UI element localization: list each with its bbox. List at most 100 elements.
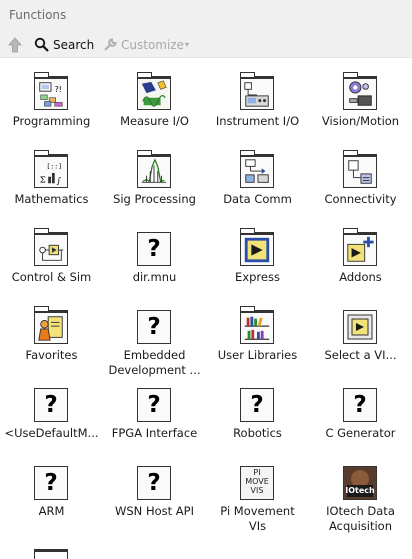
palette-grid: ?! Programming Measure I/O Instrument I/O Vi… (0, 58, 412, 556)
control-sim-icon (34, 228, 68, 266)
palette-item-label-line1: ARM (38, 504, 65, 518)
select-vi-icon (343, 310, 377, 344)
palette-item-control-sim[interactable]: Control & Sim (0, 214, 103, 292)
palette-item-label-line1: Data Comm (223, 192, 292, 206)
palette-item-label-line1: Sig Processing (113, 192, 196, 206)
customize-label: Customize (121, 37, 184, 52)
partial-palette-icon[interactable] (34, 549, 68, 559)
measure-io-icon (137, 72, 171, 110)
palette-item-label: FPGA Interface (103, 426, 206, 441)
palette-item-label: Data Comm (206, 192, 309, 207)
palette-item-label-line1: Connectivity (324, 192, 397, 206)
question-icon: ? (137, 310, 171, 344)
palette-item-label-line1: IOtech Data (326, 504, 395, 518)
question-icon: ? (34, 388, 68, 422)
palette-item-label-line1: <UseDefaultM... (4, 426, 99, 440)
palette-item-label: Measure I/O (103, 114, 206, 129)
search-button[interactable]: Search (34, 34, 94, 55)
palette-item-programming[interactable]: ?! Programming (0, 58, 103, 136)
palette-item-connectivity[interactable]: Connectivity (309, 136, 412, 214)
vision-motion-icon (343, 72, 377, 110)
data-comm-icon (240, 150, 274, 188)
palette-item-pi-movement-vis[interactable]: PI MOVE VIS Pi Movement VIs (206, 448, 309, 533)
palette-item-addons[interactable]: Addons (309, 214, 412, 292)
up-button[interactable] (6, 34, 24, 55)
palette-item-label: Pi Movement VIs (206, 504, 309, 534)
palette-item-robotics[interactable]: ? Robotics (206, 370, 309, 448)
question-icon: ? (137, 466, 171, 500)
question-icon: ? (240, 388, 274, 422)
svg-text:[::]: [::] (46, 162, 62, 170)
window-title: Functions (9, 8, 67, 22)
palette-item-select-a-vi[interactable]: Select a VI... (309, 292, 412, 370)
palette-item-wsn-host-api[interactable]: ? WSN Host API (103, 448, 206, 526)
palette-item-label: Instrument I/O (206, 114, 309, 129)
palette-item-fpga-interface[interactable]: ? FPGA Interface (103, 370, 206, 448)
palette-item-label: Control & Sim (0, 270, 103, 285)
palette-item-data-comm[interactable]: Data Comm (206, 136, 309, 214)
palette-item-label-line1: C Generator (325, 426, 396, 440)
palette-item-label-line1: Express (235, 270, 280, 284)
palette-item-user-libraries[interactable]: User Libraries (206, 292, 309, 370)
palette-item-label: <UseDefaultM... (0, 426, 103, 441)
palette-item-label: dir.mnu (103, 270, 206, 285)
pi-icon-text-0: PI (253, 468, 261, 477)
palette-item-label-line1: Programming (12, 114, 91, 128)
palette-item-mathematics[interactable]: [::] Σ ∫Mathematics (0, 136, 103, 214)
palette-item-label: Vision/Motion (309, 114, 412, 129)
express-icon (240, 228, 274, 266)
palette-item-favorites[interactable]: Favorites (0, 292, 103, 370)
palette-item-embedded-development[interactable]: ? Embedded Development ... (103, 292, 206, 377)
palette-item-label-line1: Vision/Motion (321, 114, 400, 128)
mathematics-icon: [::] Σ ∫ (34, 150, 68, 188)
palette-item-sig-processing[interactable]: Sig Processing (103, 136, 206, 214)
pi-icon-text-2: VIS (250, 486, 264, 495)
up-arrow-icon (8, 36, 22, 52)
palette-item-label: Programming (0, 114, 103, 129)
palette-item-label-line1: Favorites (25, 348, 78, 362)
palette-item-express[interactable]: Express (206, 214, 309, 292)
palette-item-label-line1: Measure I/O (120, 114, 189, 128)
palette-item-label-line2: VIs (248, 519, 267, 533)
connectivity-icon (343, 150, 377, 188)
pi-icon-text-1: MOVE (245, 477, 269, 486)
palette-item-dir-mnu[interactable]: ? dir.mnu (103, 214, 206, 292)
palette-item-label-line1: FPGA Interface (111, 426, 198, 440)
iotech-icon-text: IOtech (345, 486, 375, 495)
palette-item-label: C Generator (309, 426, 412, 441)
palette-item-arm[interactable]: ? ARM (0, 448, 103, 526)
palette-item-label-line1: Mathematics (14, 192, 89, 206)
window-titlebar: Functions (0, 0, 412, 31)
palette-item-label: Select a VI... (309, 348, 412, 363)
palette-item-label-line2: Acquisition (329, 519, 392, 533)
palette-item-label-line1: Control & Sim (11, 270, 92, 284)
palette-item-label-line1: Robotics (233, 426, 282, 440)
palette-toolbar: Search Customize ▾ (0, 31, 412, 58)
palette-item-label: User Libraries (206, 348, 309, 363)
palette-item-iotech-data-acquisition[interactable]: IOtech IOtech Data Acquisition (309, 448, 412, 533)
palette-item-use-default-menu[interactable]: ? <UseDefaultM... (0, 370, 103, 448)
palette-item-label-line1: Instrument I/O (215, 114, 300, 128)
question-icon: ? (137, 232, 171, 266)
customize-button[interactable]: Customize ▾ (103, 34, 189, 55)
palette-item-label: Express (206, 270, 309, 285)
user-libraries-icon (240, 306, 274, 344)
palette-item-label-line1: Pi Movement (220, 504, 295, 518)
palette-item-label-line1: Select a VI... (324, 348, 397, 362)
search-label: Search (53, 37, 95, 52)
palette-item-label-line1: Embedded (123, 348, 186, 362)
instrument-io-icon (240, 72, 274, 110)
palette-item-instrument-io[interactable]: Instrument I/O (206, 58, 309, 136)
wrench-icon (104, 38, 117, 51)
palette-item-vision-motion[interactable]: Vision/Motion (309, 58, 412, 136)
svg-text:?!: ?! (55, 85, 62, 94)
svg-text:Σ: Σ (40, 174, 46, 184)
addons-icon (343, 228, 377, 266)
palette-item-label-line1: User Libraries (217, 348, 298, 362)
palette-item-label: Robotics (206, 426, 309, 441)
search-icon (34, 37, 49, 52)
palette-item-measure-io[interactable]: Measure I/O (103, 58, 206, 136)
palette-item-c-generator[interactable]: ? C Generator (309, 370, 412, 448)
question-icon: ? (343, 388, 377, 422)
question-icon: ? (137, 388, 171, 422)
